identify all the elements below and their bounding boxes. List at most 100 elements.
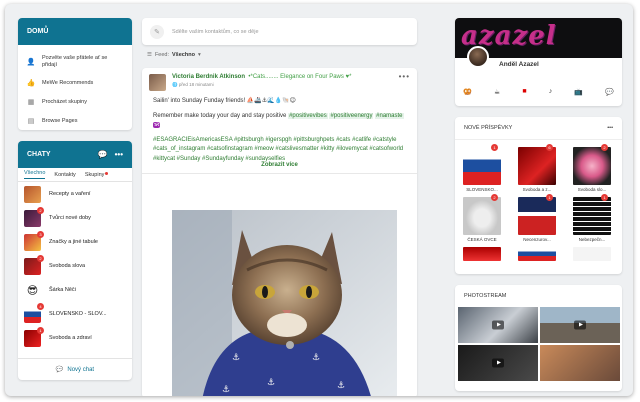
chat-item[interactable]: 1 Svoboda a zdraví bbox=[18, 326, 132, 350]
hashtag[interactable]: #positiveenergy bbox=[329, 112, 374, 119]
chat-item[interactable]: 2 Svoboda slova bbox=[18, 254, 132, 278]
unread-badge: 2 bbox=[601, 144, 608, 151]
new-post-item[interactable]: 2 Svoboda slo... bbox=[573, 144, 611, 192]
svg-text:⚓: ⚓ bbox=[337, 381, 345, 391]
new-post-item[interactable]: 1 Nebezpečn... bbox=[573, 194, 611, 242]
mewe-recommends-item[interactable]: 👍 MeWe Recommends bbox=[18, 73, 132, 92]
home-header: DOMŮ bbox=[18, 18, 132, 45]
chat-list: Recepty a vaření 2 Tvůrci nové doby 3 Zn… bbox=[18, 182, 132, 350]
new-post-item[interactable] bbox=[573, 247, 611, 263]
new-post-item[interactable] bbox=[518, 247, 556, 263]
pretzel-icon[interactable]: 🥨 bbox=[463, 88, 472, 96]
music-icon[interactable]: ♪ bbox=[549, 88, 553, 96]
post-photo[interactable]: ⚓ ⚓ ⚓ ⚓ ⚓ bbox=[172, 210, 397, 396]
new-post-item[interactable]: 2 ČESKÁ OVCE bbox=[463, 194, 501, 242]
play-icon bbox=[574, 320, 586, 330]
chat-bubble-icon[interactable]: 💬 bbox=[605, 88, 614, 96]
red-square-icon[interactable]: ■ bbox=[522, 88, 526, 96]
new-post-item[interactable]: 6 Svoboda a z... bbox=[518, 144, 556, 192]
unread-badge: 2 bbox=[37, 254, 44, 262]
unread-badge: 4 bbox=[37, 302, 44, 310]
photostream-video[interactable] bbox=[458, 345, 538, 381]
play-icon bbox=[492, 358, 504, 368]
photostream-photo[interactable] bbox=[540, 345, 620, 381]
photostream-panel: PHOTOSTREAM bbox=[455, 285, 622, 391]
hashtag[interactable]: #namaste bbox=[375, 112, 404, 119]
coffee-icon[interactable]: ☕ bbox=[494, 88, 500, 96]
chat-avatar: 1 bbox=[24, 326, 44, 347]
more-icon[interactable]: ••• bbox=[115, 150, 123, 159]
play-icon bbox=[492, 320, 504, 330]
chats-panel: CHATY 💬 ••• Všechno Kontakty Skupiny Rec… bbox=[18, 141, 132, 380]
post-thumb: 1 bbox=[518, 194, 556, 235]
thumb-icon: 👍 bbox=[26, 79, 36, 87]
compose-box[interactable]: ✎ Sdělte vašim kontaktům, co se děje bbox=[142, 18, 417, 45]
photostream-grid bbox=[455, 305, 622, 383]
feed-filter[interactable]: ☰ Feed: Všechno ▾ bbox=[147, 52, 201, 58]
chat-item[interactable]: Recepty a vaření bbox=[18, 182, 132, 206]
profile-shortcuts: 🥨 ☕ ■ ♪ 📺 💬 bbox=[463, 88, 614, 96]
chat-avatar: 4 bbox=[24, 302, 44, 323]
new-post-item[interactable]: 1 SLOVENSKO... bbox=[463, 144, 501, 192]
chat-plus-icon: 💬 bbox=[55, 367, 64, 373]
chat-item[interactable]: 4 SLOVENSKO - SLOV... bbox=[18, 302, 132, 326]
new-post-item[interactable]: 1 Necenzurov... bbox=[518, 194, 556, 242]
post-line: Remember make today your day and stay po… bbox=[153, 112, 404, 128]
profile-avatar[interactable] bbox=[467, 46, 489, 68]
unread-badge: 1 bbox=[546, 194, 553, 201]
unread-dot bbox=[105, 171, 109, 175]
tab-contacts[interactable]: Kontakty bbox=[54, 172, 75, 178]
tv-icon[interactable]: 📺 bbox=[574, 88, 583, 96]
chevron-down-icon: ▾ bbox=[197, 52, 201, 58]
unread-badge: 1 bbox=[491, 144, 498, 151]
unread-badge: 2 bbox=[491, 194, 498, 201]
chats-title: CHATY bbox=[27, 151, 51, 158]
new-posts-grid: 1 SLOVENSKO... 6 Svoboda a z... 2 Svobod… bbox=[455, 140, 622, 270]
post-thumb bbox=[463, 247, 501, 261]
new-post-item[interactable] bbox=[463, 247, 501, 263]
cat-photo: ⚓ ⚓ ⚓ ⚓ ⚓ bbox=[172, 210, 397, 396]
unread-badge: 1 bbox=[601, 194, 608, 201]
new-posts-title: NOVÉ PŘÍSPĚVKY bbox=[464, 125, 513, 131]
author-avatar[interactable] bbox=[149, 74, 166, 91]
photostream-video[interactable] bbox=[458, 307, 538, 343]
pencil-icon: ✎ bbox=[150, 24, 164, 39]
post-hashtags[interactable]: #ESAGRACIEisAmericasESA #pittsburgh #ige… bbox=[153, 136, 406, 164]
post-thumb: 2 bbox=[573, 144, 611, 185]
home-panel: DOMŮ 👤 Pozvěte vaše přátele ať se přidaj… bbox=[18, 18, 132, 130]
tab-groups[interactable]: Skupiny bbox=[85, 171, 109, 178]
post-thumb: 1 bbox=[463, 144, 501, 185]
new-chat-icon[interactable]: 💬 bbox=[98, 150, 108, 159]
author-name[interactable]: Victoria Berdnik Atkinson bbox=[172, 74, 245, 80]
invite-friends-item[interactable]: 👤 Pozvěte vaše přátele ať se přidají bbox=[18, 51, 132, 73]
photostream-video[interactable] bbox=[540, 307, 620, 343]
svg-text:⚓: ⚓ bbox=[312, 353, 320, 363]
chat-item[interactable]: 3 Značky a jiné tabule bbox=[18, 230, 132, 254]
profile-name[interactable]: Anděl Azazel bbox=[499, 61, 539, 68]
post-thumb: 2 bbox=[463, 194, 501, 235]
svg-text:⚓: ⚓ bbox=[267, 378, 275, 388]
unread-badge: 6 bbox=[546, 144, 553, 151]
more-icon[interactable]: ••• bbox=[399, 73, 410, 81]
chats-header: CHATY 💬 ••• bbox=[18, 141, 132, 168]
more-icon[interactable]: ••• bbox=[607, 125, 613, 131]
unread-badge: 2 bbox=[37, 206, 44, 214]
filter-icon: ☰ bbox=[147, 52, 152, 58]
profile-card: azazel Anděl Azazel 🥨 ☕ ■ ♪ 📺 💬 bbox=[455, 18, 622, 106]
photostream-header: PHOTOSTREAM bbox=[455, 285, 622, 305]
photostream-title: PHOTOSTREAM bbox=[464, 293, 507, 299]
compose-placeholder: Sdělte vašim kontaktům, co se děje bbox=[172, 28, 259, 35]
chat-item[interactable]: 😎 Šárka Něči bbox=[18, 278, 132, 302]
chat-tabs: Všechno Kontakty Skupiny bbox=[18, 168, 132, 182]
chat-item[interactable]: 2 Tvůrci nové doby bbox=[18, 206, 132, 230]
browse-groups-item[interactable]: ▦ Procházet skupiny bbox=[18, 92, 132, 111]
group-name[interactable]: •*Cats........ Elegance on Four Paws ♥* bbox=[247, 74, 351, 80]
hashtag[interactable]: #positivevibes bbox=[288, 112, 328, 119]
post-body: Sailin' into Sunday Funday friends! ⛵🚢⚓🌊… bbox=[142, 97, 417, 164]
new-chat-button[interactable]: 💬 Nový chat bbox=[18, 358, 132, 380]
chat-avatar: 3 bbox=[24, 230, 44, 251]
tab-all[interactable]: Všechno bbox=[24, 170, 46, 179]
chat-avatar bbox=[24, 185, 41, 203]
browse-pages-item[interactable]: ▤ Browse Pages bbox=[18, 111, 132, 130]
svg-text:⚓: ⚓ bbox=[232, 353, 240, 363]
